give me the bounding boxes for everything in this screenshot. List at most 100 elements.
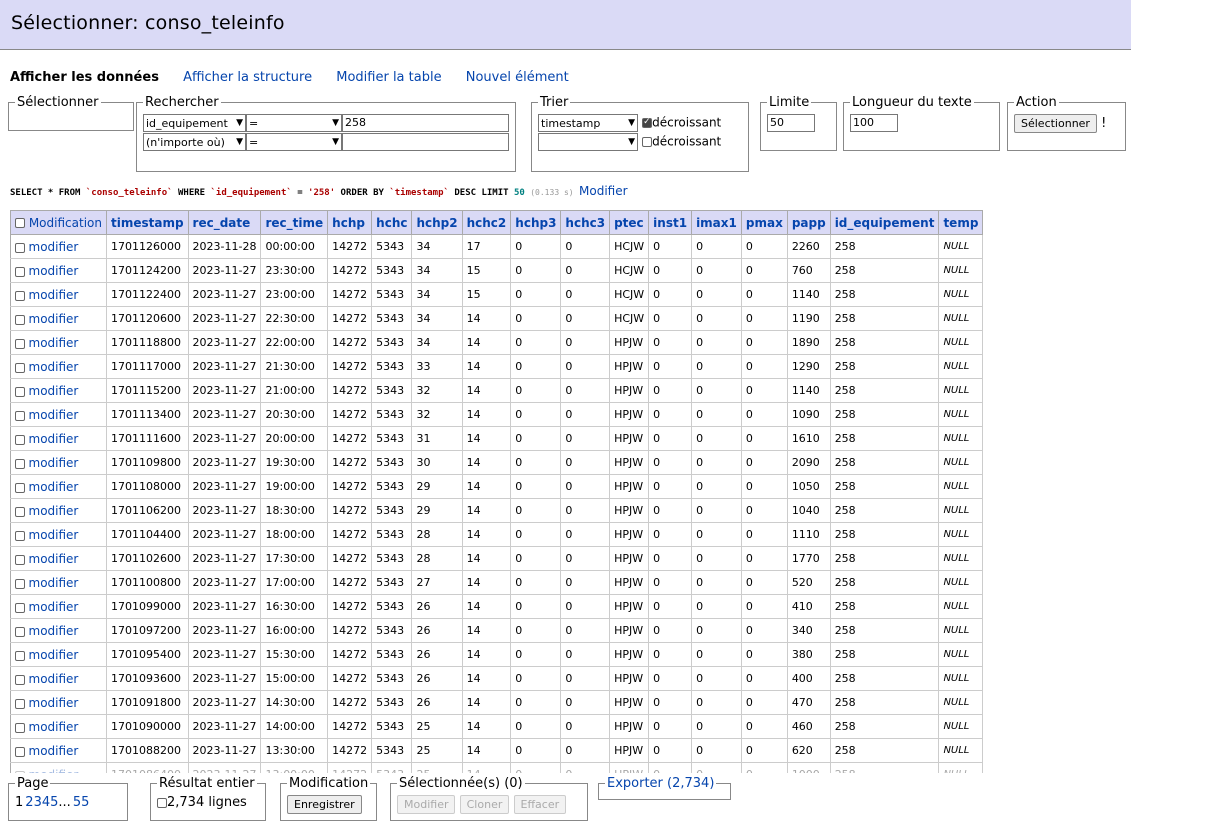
select-all-checkbox[interactable] [15, 218, 25, 228]
cell-timestamp[interactable]: 1701086400 [105, 762, 189, 773]
cell-hchp3[interactable]: 0 [510, 714, 562, 739]
cell-papp[interactable]: 340 [786, 618, 831, 643]
row-edit-link[interactable]: modifier [29, 768, 79, 774]
cell-rec-date[interactable]: 2023-11-27 [187, 402, 262, 427]
cell-pmax[interactable]: 0 [740, 258, 788, 283]
cell-ptec[interactable]: HCJW [609, 258, 650, 283]
cell-hchc3[interactable]: 0 [560, 426, 611, 451]
cell-hchp2[interactable]: 29 [411, 474, 463, 499]
cell-timestamp[interactable]: 1701091800 [105, 690, 189, 715]
cell-hchc3[interactable]: 0 [560, 642, 611, 667]
cell-rec-date[interactable]: 2023-11-27 [187, 474, 262, 499]
cell-hchp2[interactable]: 26 [411, 618, 463, 643]
cell-ptec[interactable]: HPJW [609, 426, 650, 451]
cell-inst1[interactable]: 0 [648, 714, 693, 739]
cell-papp[interactable]: 1140 [786, 282, 831, 307]
cell-inst1[interactable]: 0 [648, 690, 693, 715]
cell-temp[interactable]: NULL [938, 354, 984, 379]
cell-temp[interactable]: NULL [938, 762, 984, 773]
cell-id-equipement[interactable]: 258 [829, 378, 940, 403]
row-checkbox[interactable] [15, 698, 25, 709]
search-value-input-1[interactable]: 258 [342, 114, 509, 132]
cell-hchc2[interactable]: 14 [461, 594, 512, 619]
cell-rec-time[interactable]: 22:30:00 [260, 306, 329, 331]
cell-hchc3[interactable]: 0 [560, 258, 611, 283]
cell-imax1[interactable]: 0 [691, 618, 742, 643]
cell-imax1[interactable]: 0 [691, 594, 742, 619]
cell-timestamp[interactable]: 1701109800 [105, 450, 189, 475]
cell-timestamp[interactable]: 1701115200 [105, 378, 189, 403]
row-checkbox[interactable] [15, 458, 25, 469]
cell-hchp2[interactable]: 26 [411, 594, 463, 619]
cell-hchc2[interactable]: 14 [461, 570, 512, 595]
cell-hchc3[interactable]: 0 [560, 354, 611, 379]
row-edit-link[interactable]: modifier [29, 696, 79, 710]
cell-hchp3[interactable]: 0 [510, 690, 562, 715]
cell-pmax[interactable]: 0 [740, 330, 788, 355]
cell-imax1[interactable]: 0 [691, 282, 742, 307]
cell-pmax[interactable]: 0 [740, 498, 788, 523]
cell-ptec[interactable]: HPJW [609, 738, 650, 763]
cell-papp[interactable]: 520 [786, 570, 831, 595]
cell-hchc3[interactable]: 0 [560, 738, 611, 763]
cell-ptec[interactable]: HPJW [609, 762, 650, 773]
cell-hchp3[interactable]: 0 [510, 402, 562, 427]
column-header-id-equipement[interactable]: id_equipement [829, 210, 940, 235]
column-header-papp[interactable]: papp [786, 210, 831, 235]
cell-hchc[interactable]: 5343 [371, 714, 413, 739]
cell-hchc3[interactable]: 0 [560, 522, 611, 547]
cell-hchc2[interactable]: 15 [461, 282, 512, 307]
select-fieldset[interactable]: Sélectionner [8, 95, 134, 131]
cell-temp[interactable]: NULL [938, 282, 984, 307]
cell-hchp[interactable]: 14272 [327, 354, 373, 379]
cell-pmax[interactable]: 0 [740, 426, 788, 451]
cell-imax1[interactable]: 0 [691, 426, 742, 451]
cell-hchc2[interactable]: 14 [461, 378, 512, 403]
cell-hchc2[interactable]: 14 [461, 426, 512, 451]
cell-hchp[interactable]: 14272 [327, 426, 373, 451]
cell-hchp3[interactable]: 0 [510, 378, 562, 403]
cell-imax1[interactable]: 0 [691, 498, 742, 523]
cell-hchc2[interactable]: 15 [461, 258, 512, 283]
cell-timestamp[interactable]: 1701099000 [105, 594, 189, 619]
cell-hchc2[interactable]: 14 [461, 546, 512, 571]
cell-inst1[interactable]: 0 [648, 666, 693, 691]
cell-ptec[interactable]: HPJW [609, 714, 650, 739]
cell-hchc3[interactable]: 0 [560, 546, 611, 571]
cell-hchp3[interactable]: 0 [510, 522, 562, 547]
clone-selected-button[interactable]: Cloner [459, 795, 510, 814]
cell-ptec[interactable]: HPJW [609, 642, 650, 667]
cell-timestamp[interactable]: 1701088200 [105, 738, 189, 763]
cell-hchp3[interactable]: 0 [510, 258, 562, 283]
cell-rec-time[interactable]: 00:00:00 [260, 234, 329, 259]
cell-pmax[interactable]: 0 [740, 522, 788, 547]
cell-hchp2[interactable]: 25 [411, 738, 463, 763]
cell-rec-date[interactable]: 2023-11-27 [187, 594, 262, 619]
cell-hchp[interactable]: 14272 [327, 258, 373, 283]
cell-timestamp[interactable]: 1701102600 [105, 546, 189, 571]
cell-papp[interactable]: 1090 [786, 402, 831, 427]
cell-id-equipement[interactable]: 258 [829, 618, 940, 643]
cell-hchc3[interactable]: 0 [560, 330, 611, 355]
cell-inst1[interactable]: 0 [648, 498, 693, 523]
cell-papp[interactable]: 400 [786, 666, 831, 691]
cell-papp[interactable]: 470 [786, 690, 831, 715]
nav-show-data[interactable]: Afficher les données [10, 70, 159, 85]
cell-id-equipement[interactable]: 258 [829, 522, 940, 547]
cell-hchc[interactable]: 5343 [371, 234, 413, 259]
nav-new-item[interactable]: Nouvel élément [466, 70, 569, 85]
cell-pmax[interactable]: 0 [740, 618, 788, 643]
cell-hchc2[interactable]: 14 [461, 330, 512, 355]
cell-hchc2[interactable]: 14 [461, 522, 512, 547]
cell-hchc3[interactable]: 0 [560, 234, 611, 259]
cell-rec-time[interactable]: 17:30:00 [260, 546, 329, 571]
cell-hchp[interactable]: 14272 [327, 762, 373, 773]
cell-hchp3[interactable]: 0 [510, 354, 562, 379]
cell-papp[interactable]: 1050 [786, 474, 831, 499]
cell-rec-time[interactable]: 23:30:00 [260, 258, 329, 283]
cell-inst1[interactable]: 0 [648, 738, 693, 763]
cell-ptec[interactable]: HPJW [609, 474, 650, 499]
cell-hchc3[interactable]: 0 [560, 714, 611, 739]
cell-rec-time[interactable]: 17:00:00 [260, 570, 329, 595]
cell-hchp2[interactable]: 32 [411, 402, 463, 427]
